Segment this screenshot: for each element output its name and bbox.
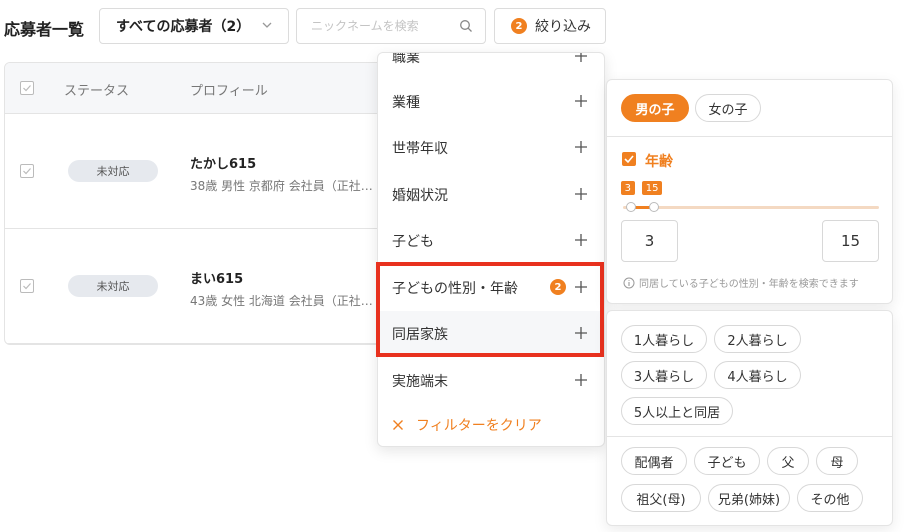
plus-icon — [575, 281, 587, 293]
clear-filter-button[interactable]: フィルターをクリア — [392, 415, 542, 435]
applicant-filter-select[interactable]: すべての応募者（2） — [99, 8, 289, 44]
household-chip-5plus[interactable]: 5人以上と同居 — [621, 397, 733, 425]
select-all-checkbox[interactable] — [20, 81, 34, 95]
search-input[interactable] — [311, 16, 451, 36]
age-slider-track[interactable] — [623, 206, 879, 209]
applicant-name[interactable]: たかし615 — [190, 153, 256, 172]
household-filter-panel: 1人暮らし 2人暮らし 3人暮らし 4人暮らし 5人以上と同居 配偶者 子ども … — [606, 310, 893, 526]
filter-count-badge: 2 — [511, 18, 527, 34]
divider — [607, 436, 892, 437]
member-chip-other[interactable]: その他 — [797, 484, 863, 512]
filter-menu: 職業 業種 世帯年収 婚姻状況 子ども 子どもの性別・年齢 2 同居家族 実施端… — [377, 52, 605, 447]
plus-icon — [575, 188, 587, 200]
household-chip-2[interactable]: 2人暮らし — [714, 325, 801, 353]
row-checkbox[interactable] — [20, 279, 34, 293]
menu-item-label: 世帯年収 — [392, 141, 448, 157]
gender-boy-chip[interactable]: 男の子 — [621, 94, 689, 122]
menu-item-marital-status[interactable]: 婚姻状況 — [378, 172, 604, 218]
menu-item-label: 子どもの性別・年齢 — [392, 281, 518, 297]
menu-item-label: 婚姻状況 — [392, 188, 448, 204]
row-checkbox[interactable] — [20, 164, 34, 178]
household-chip-3[interactable]: 3人暮らし — [621, 361, 707, 389]
household-chip-4[interactable]: 4人暮らし — [714, 361, 801, 389]
column-header-profile[interactable]: プロフィール — [190, 80, 268, 99]
plus-icon — [575, 327, 587, 339]
age-checkbox[interactable] — [622, 152, 636, 166]
check-icon — [23, 85, 31, 92]
menu-item-label: 子ども — [392, 234, 434, 250]
divider — [607, 136, 892, 137]
clear-filter-label: フィルターをクリア — [416, 418, 542, 434]
filter-button[interactable]: 2 絞り込み — [494, 8, 606, 44]
menu-item-label: 実施端末 — [392, 374, 448, 390]
status-badge: 未対応 — [68, 275, 158, 297]
age-label: 年齢 — [645, 154, 673, 170]
applicant-meta: 38歳 男性 京都府 会社員（正社… — [190, 179, 373, 193]
menu-item-household-income[interactable]: 世帯年収 — [378, 125, 604, 171]
menu-item-children[interactable]: 子ども — [378, 218, 604, 264]
menu-item-occupation[interactable]: 職業 — [378, 52, 604, 80]
menu-item-device[interactable]: 実施端末 — [378, 358, 604, 404]
info-icon — [623, 277, 635, 288]
member-chip-mother[interactable]: 母 — [816, 447, 858, 475]
menu-item-badge: 2 — [550, 279, 566, 295]
plus-icon — [575, 95, 587, 107]
close-icon — [393, 420, 403, 430]
chevron-down-icon — [262, 22, 272, 28]
gender-girl-chip[interactable]: 女の子 — [695, 94, 761, 122]
age-slider-min-handle[interactable] — [625, 202, 636, 212]
page-title: 応募者一覧 — [4, 20, 85, 39]
member-chip-siblings[interactable]: 兄弟(姉妹) — [708, 484, 790, 512]
age-hint-text: 同居している子どもの性別・年齢を検索できます — [639, 279, 859, 290]
applicant-name[interactable]: まい615 — [190, 268, 243, 287]
check-icon — [624, 155, 634, 164]
filter-button-label: 絞り込み — [535, 19, 591, 35]
age-min-input[interactable]: 3 — [621, 220, 678, 262]
status-badge: 未対応 — [68, 160, 158, 182]
search-icon[interactable] — [459, 19, 473, 33]
member-chip-spouse[interactable]: 配偶者 — [621, 447, 687, 475]
menu-item-cohabiting-family[interactable]: 同居家族 — [378, 311, 604, 357]
member-chip-father[interactable]: 父 — [767, 447, 809, 475]
age-hint: 同居している子どもの性別・年齢を検索できます — [623, 275, 859, 290]
member-chip-children[interactable]: 子ども — [694, 447, 760, 475]
search-box[interactable] — [296, 8, 486, 44]
plus-icon — [575, 374, 587, 386]
member-chip-grandparent[interactable]: 祖父(母) — [621, 484, 701, 512]
check-icon — [23, 168, 31, 175]
age-slider-max-handle[interactable] — [648, 202, 659, 212]
applicant-meta: 43歳 女性 北海道 会社員（正社… — [190, 294, 373, 308]
menu-item-label: 同居家族 — [392, 327, 448, 343]
menu-item-label: 業種 — [392, 95, 420, 111]
column-header-status[interactable]: ステータス — [64, 80, 129, 99]
household-chip-1[interactable]: 1人暮らし — [621, 325, 707, 353]
select-label: すべての応募者（2） — [116, 19, 251, 35]
plus-icon — [575, 141, 587, 153]
age-max-input[interactable]: 15 — [822, 220, 879, 262]
slider-max-tag: 15 — [641, 181, 663, 195]
menu-item-child-gender-age[interactable]: 子どもの性別・年齢 2 — [378, 265, 604, 311]
plus-icon — [575, 53, 587, 62]
menu-item-industry[interactable]: 業種 — [378, 79, 604, 125]
plus-icon — [575, 234, 587, 246]
slider-min-tag: 3 — [620, 181, 636, 195]
child-filter-panel: 男の子 女の子 年齢 3 15 3 15 同居している子どもの性別・年齢を検索で… — [606, 79, 893, 304]
menu-item-label: 職業 — [392, 52, 420, 66]
check-icon — [23, 283, 31, 290]
